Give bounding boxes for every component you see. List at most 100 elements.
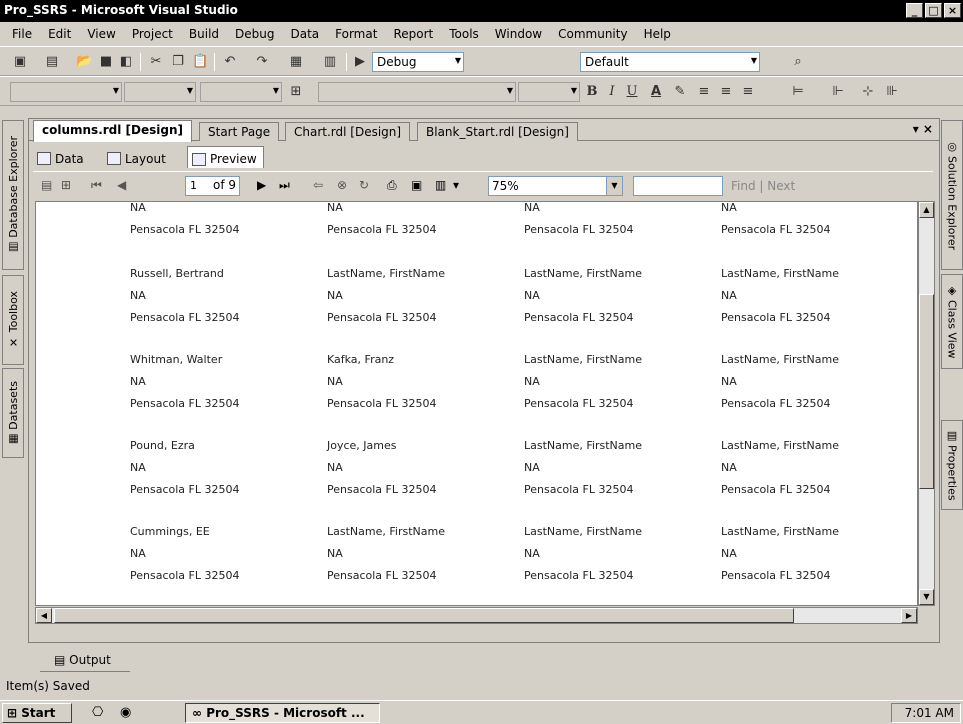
align-center-icon[interactable]: ≡ [718, 84, 734, 100]
bold-button[interactable]: B [584, 84, 600, 100]
horizontal-scroll-thumb[interactable] [54, 608, 794, 623]
report-record: Russell, Bertrand NA Pensacola FL 32504 [130, 266, 239, 332]
tab-columns-design[interactable]: columns.rdl [Design] [33, 120, 193, 142]
tab-preview[interactable]: Preview [187, 146, 264, 168]
align-middles-icon[interactable]: ⊹ [860, 84, 876, 100]
back-icon[interactable]: ⇦ [313, 178, 323, 192]
scroll-down-icon[interactable]: ▼ [919, 589, 934, 605]
close-button[interactable]: × [944, 3, 961, 18]
output-tab[interactable]: ▤ Output [40, 650, 130, 672]
database-explorer-tab[interactable]: ▤ Database Explorer [2, 120, 24, 270]
next-page-icon[interactable]: ▶ [257, 178, 266, 192]
tab-controls[interactable]: ▾ × [913, 122, 933, 136]
solution-explorer-tab[interactable]: ◎ Solution Explorer [941, 120, 963, 270]
maximize-button[interactable]: □ [925, 3, 942, 18]
find-in-files-icon[interactable]: ⌕ [790, 54, 806, 70]
menu-bar: File Edit View Project Build Debug Data … [0, 22, 963, 46]
minimize-button[interactable]: _ [906, 3, 923, 18]
font-dropdown[interactable]: ▼ [124, 82, 196, 102]
find-next-link[interactable]: Find | Next [731, 179, 795, 193]
zoom-dropdown[interactable]: 75% ▼ [488, 176, 623, 196]
menu-format[interactable]: Format [327, 27, 385, 41]
quick-launch-icon[interactable]: ⎔ [92, 705, 103, 720]
parameters-icon[interactable]: ⊞ [61, 178, 71, 192]
menu-build[interactable]: Build [181, 27, 227, 41]
datasets-tab[interactable]: ▦ Datasets [2, 368, 24, 458]
report-record: Cummings, EE NA Pensacola FL 32504 [130, 524, 239, 590]
save-icon[interactable]: ■ [98, 54, 114, 70]
menu-view[interactable]: View [79, 27, 123, 41]
report-record: LastName, FirstName NA Pensacola FL 32504 [721, 352, 839, 418]
font-size-dropdown[interactable]: ▼ [518, 82, 580, 102]
menu-tools[interactable]: Tools [441, 27, 487, 41]
properties-tab[interactable]: ▤ Properties [941, 420, 963, 510]
align-lefts-icon[interactable]: ⊨ [790, 84, 806, 100]
print-icon[interactable]: ⎙ [387, 178, 397, 193]
report-record: NA Pensacola FL 32504 [327, 202, 436, 244]
menu-community[interactable]: Community [550, 27, 635, 41]
menu-help[interactable]: Help [636, 27, 679, 41]
copy-icon[interactable]: ❐ [170, 54, 186, 70]
scroll-right-icon[interactable]: ▶ [901, 608, 917, 623]
redo-icon[interactable]: ↷ [254, 54, 270, 70]
navigate-forward-icon[interactable]: ▥ [322, 54, 338, 70]
border-icon[interactable]: ⊞ [288, 84, 304, 100]
align-tops-icon[interactable]: ⊪ [884, 84, 900, 100]
vertical-scroll-thumb[interactable] [919, 294, 934, 489]
tab-chart-design[interactable]: Chart.rdl [Design] [285, 122, 411, 141]
horizontal-scrollbar[interactable]: ◀ ▶ [35, 607, 918, 624]
print-layout-icon[interactable]: ▣ [411, 178, 422, 192]
tab-layout[interactable]: Layout [103, 146, 172, 168]
menu-edit[interactable]: Edit [40, 27, 79, 41]
align-centers-icon[interactable]: ⊩ [830, 84, 846, 100]
tab-data[interactable]: Data [33, 146, 90, 168]
italic-button[interactable]: I [604, 84, 620, 100]
scroll-up-icon[interactable]: ▲ [919, 202, 934, 218]
previous-page-icon[interactable]: ◀ [117, 178, 126, 192]
undo-icon[interactable]: ↶ [222, 54, 238, 70]
new-project-icon[interactable]: ▣ [12, 54, 28, 70]
menu-window[interactable]: Window [487, 27, 550, 41]
browser-icon[interactable]: ◉ [120, 705, 131, 720]
size-dropdown[interactable]: ▼ [200, 82, 282, 102]
start-debug-icon[interactable]: ▶ [352, 54, 368, 70]
open-file-icon[interactable]: 📂 [76, 54, 92, 70]
tab-start-page[interactable]: Start Page [199, 122, 280, 141]
align-right-icon[interactable]: ≡ [740, 84, 756, 100]
first-page-icon[interactable]: ⏮ [91, 178, 102, 193]
navigate-back-icon[interactable]: ▦ [288, 54, 304, 70]
find-text-input[interactable] [633, 176, 723, 196]
solution-config-dropdown[interactable]: Debug ▼ [372, 52, 464, 72]
taskbar-item-visual-studio[interactable]: ∞ Pro_SSRS - Microsoft ... [185, 703, 380, 723]
menu-data[interactable]: Data [282, 27, 327, 41]
document-tabs: columns.rdl [Design] Start Page Chart.rd… [29, 119, 939, 142]
underline-button[interactable]: U [624, 84, 640, 100]
paste-icon[interactable]: 📋 [192, 54, 208, 70]
page-setup-icon[interactable]: ▥ [435, 178, 446, 192]
font-color-button[interactable]: A [648, 84, 664, 100]
document-map-icon[interactable]: ▤ [41, 178, 52, 192]
export-icon[interactable]: ▾ [453, 178, 459, 192]
class-view-tab[interactable]: ◈ Class View [941, 274, 963, 369]
solution-platform-dropdown[interactable]: Default ▼ [580, 52, 760, 72]
expression-dropdown[interactable]: ▼ [318, 82, 516, 102]
align-left-icon[interactable]: ≡ [696, 84, 712, 100]
menu-debug[interactable]: Debug [227, 27, 282, 41]
scroll-left-icon[interactable]: ◀ [36, 608, 52, 623]
refresh-icon[interactable]: ↻ [359, 178, 369, 192]
menu-report[interactable]: Report [385, 27, 441, 41]
vertical-scrollbar[interactable]: ▲ ▼ [918, 201, 935, 606]
save-all-icon[interactable]: ◧ [118, 54, 134, 70]
report-record-line: NA [524, 547, 540, 560]
toolbox-tab[interactable]: ✕ Toolbox [2, 275, 24, 365]
menu-file[interactable]: File [4, 27, 40, 41]
highlight-icon[interactable]: ✎ [672, 84, 688, 100]
cut-icon[interactable]: ✂ [148, 54, 164, 70]
last-page-icon[interactable]: ⏭ [279, 178, 290, 193]
style-dropdown[interactable]: ▼ [10, 82, 122, 102]
tab-blank-start-design[interactable]: Blank_Start.rdl [Design] [417, 122, 578, 141]
start-button[interactable]: ⊞ Start [2, 703, 72, 723]
menu-project[interactable]: Project [124, 27, 181, 41]
add-item-icon[interactable]: ▤ [44, 54, 60, 70]
stop-icon[interactable]: ⊗ [337, 178, 347, 192]
